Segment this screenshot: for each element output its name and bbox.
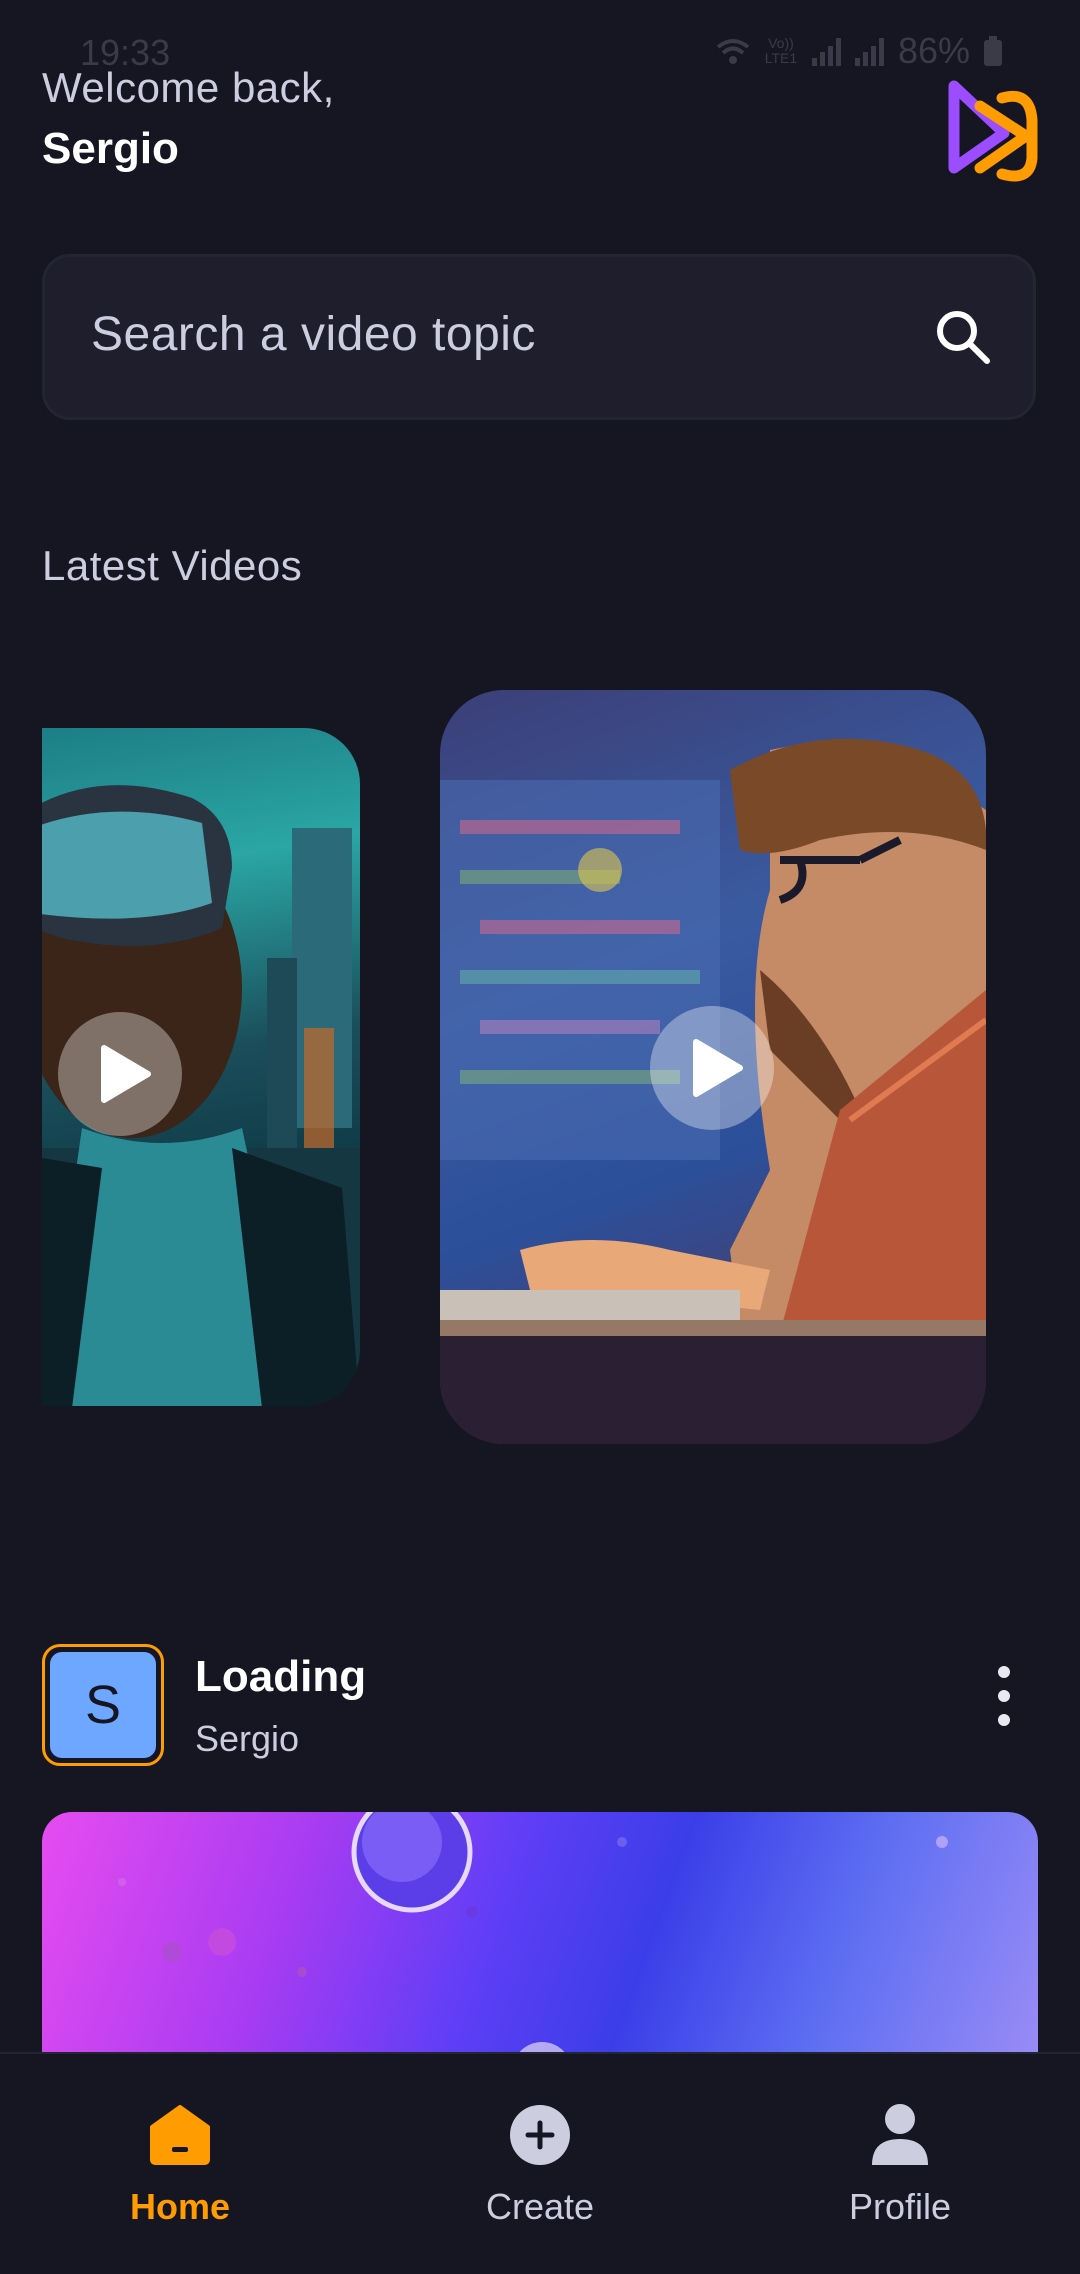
creator-avatar[interactable]: S [42, 1644, 164, 1766]
video-card-coding[interactable] [440, 690, 986, 1444]
play-icon [101, 1045, 151, 1103]
app-logo-icon [948, 80, 1038, 182]
tab-create[interactable]: Create [430, 2102, 650, 2228]
video-title: Loading [195, 1652, 367, 1701]
plus-circle-icon [510, 2105, 570, 2165]
tab-profile-label: Profile [848, 2186, 952, 2227]
app-screen: 19:33 Vo)) LTE1 86% Welcome back, Sergio… [0, 0, 1080, 2274]
video-card-vr[interactable] [42, 728, 360, 1406]
play-button[interactable] [650, 1006, 774, 1130]
play-icon [693, 1039, 743, 1097]
tab-home[interactable]: Home [70, 2102, 290, 2228]
welcome-text: Welcome back, [42, 64, 335, 111]
status-icons: Vo)) LTE1 86% [716, 30, 1002, 72]
more-options-icon[interactable] [998, 1666, 1010, 1738]
signal-icon-2 [854, 36, 884, 66]
profile-icon [872, 2104, 928, 2165]
tab-create-label: Create [485, 2186, 595, 2227]
video-thumbnail[interactable] [42, 1812, 1038, 2072]
search-icon[interactable] [933, 307, 993, 367]
battery-icon [984, 36, 1002, 66]
battery-percent: 86% [897, 30, 970, 71]
search-bar[interactable]: Search a video topic [42, 254, 1036, 420]
bottom-tab-bar: Home Create Profile [0, 2052, 1080, 2274]
video-author: Sergio [195, 1718, 300, 1759]
avatar-letter: S [50, 1652, 156, 1758]
signal-icon [811, 36, 841, 66]
tab-profile[interactable]: Profile [790, 2102, 1010, 2228]
bubble-thumbnail [118, 1812, 948, 2072]
latest-videos-heading: Latest Videos [42, 542, 303, 589]
network-label: Vo)) LTE1 [764, 35, 798, 66]
home-icon [150, 2105, 210, 2165]
search-input[interactable]: Search a video topic [91, 307, 536, 362]
play-button[interactable] [58, 1012, 182, 1136]
username: Sergio [42, 124, 179, 173]
wifi-icon [716, 39, 750, 64]
tab-home-label: Home [129, 2186, 231, 2227]
